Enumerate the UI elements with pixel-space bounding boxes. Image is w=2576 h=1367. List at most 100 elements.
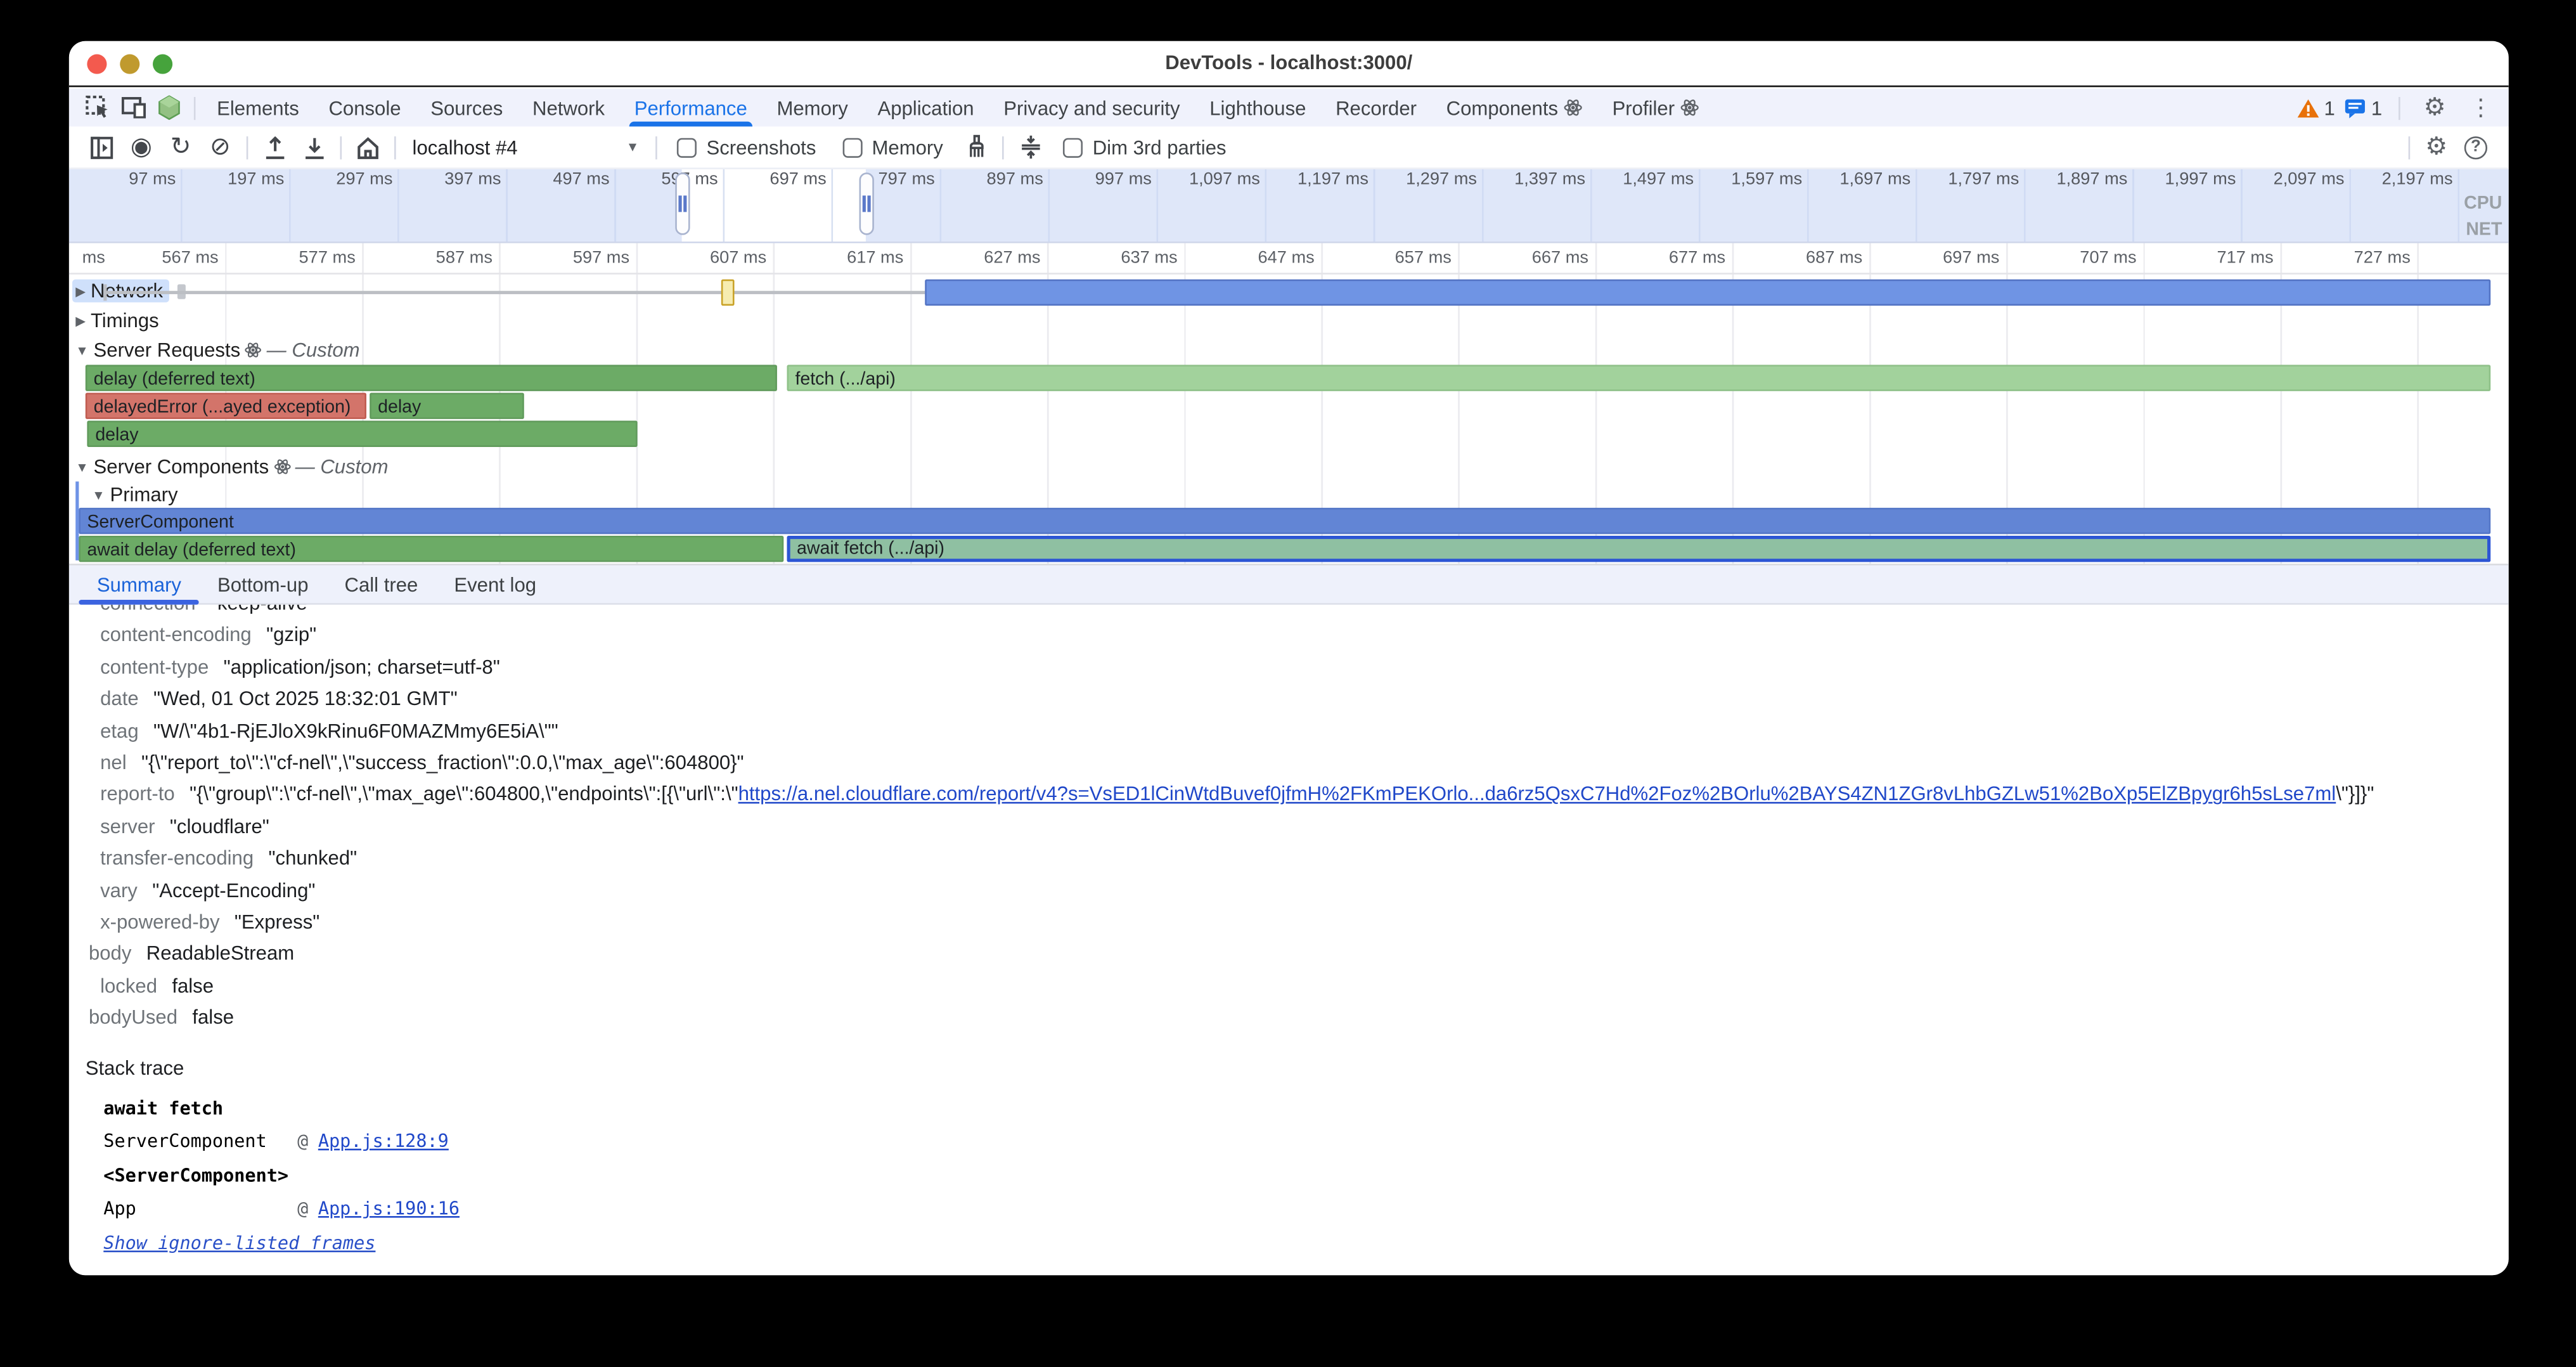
tab-privacy-and-security[interactable]: Privacy and security — [989, 89, 1195, 127]
collapse-arrow-icon: ▼ — [92, 487, 105, 502]
header-row-report-to: report-to"{\"group\":\"cf-nel\",\"max_ag… — [69, 780, 2509, 812]
tab-summary[interactable]: Summary — [79, 566, 199, 604]
tab-console[interactable]: Console — [314, 89, 416, 127]
tab-bottom-up[interactable]: Bottom-up — [200, 566, 327, 604]
header-row: date"Wed, 01 Oct 2025 18:32:01 GMT" — [69, 684, 2509, 716]
window-handle-left[interactable] — [675, 172, 690, 235]
show-ignore-listed-frames-link[interactable]: Show ignore-listed frames — [103, 1232, 375, 1254]
react-atom-icon — [1564, 99, 1583, 117]
minimap-time-label: 97 ms — [72, 169, 181, 191]
timeline-minimap[interactable]: 97 ms197 ms297 ms397 ms497 ms597 ms697 m… — [69, 169, 2509, 243]
window-handle-right[interactable] — [860, 172, 874, 235]
minimap-time-label: 1,797 ms — [1916, 169, 2024, 191]
track-server-requests-header[interactable]: ▼ Server Requests — Custom — [75, 339, 359, 361]
message-icon — [2345, 98, 2366, 117]
minimap-time-label: 1,097 ms — [1157, 169, 1265, 191]
tab-profiler[interactable]: Profiler — [1597, 89, 1714, 127]
stack-trace-title: Stack trace — [69, 1056, 2509, 1079]
settings-gear-icon[interactable]: ⚙ — [2417, 91, 2453, 124]
report-to-link[interactable]: https://a.nel.cloudflare.com/report/v4?s… — [738, 783, 2336, 806]
record-icon[interactable]: ◉ — [122, 129, 161, 165]
collapse-flame-icon[interactable] — [1010, 129, 1050, 165]
minimap-time-label: 1,697 ms — [1807, 169, 1916, 191]
event-bar-delay-short[interactable]: delay — [370, 392, 524, 418]
inspect-element-icon[interactable] — [79, 91, 115, 124]
header-row: nel"{\"report_to\":\"cf-nel\",\"success_… — [69, 748, 2509, 779]
home-icon[interactable] — [348, 129, 387, 165]
help-icon[interactable]: ? — [2456, 129, 2496, 165]
history-dropdown[interactable]: localhost #4 ▼ — [402, 136, 649, 159]
network-request-bar[interactable] — [925, 280, 2490, 306]
tab-sources[interactable]: Sources — [416, 89, 518, 127]
minimap-time-label: 497 ms — [506, 169, 614, 191]
react-atom-icon — [1681, 99, 1699, 117]
tab-call-tree[interactable]: Call tree — [326, 566, 436, 604]
save-profile-icon[interactable] — [294, 129, 333, 165]
event-bar-await-fetch-selected[interactable]: await fetch (.../api) — [787, 536, 2490, 562]
minimap-time-label: 1,997 ms — [2132, 169, 2241, 191]
warnings-indicator[interactable]: 1 — [2296, 91, 2334, 124]
issues-indicator[interactable]: 1 — [2345, 91, 2382, 124]
tab-network[interactable]: Network — [518, 89, 620, 127]
screenshots-checkbox[interactable]: Screenshots — [664, 136, 829, 159]
ruler-tick-label: 667 ms — [1458, 248, 1595, 268]
event-bar-server-component[interactable]: ServerComponent — [79, 508, 2490, 534]
track-primary-header[interactable]: ▼ Primary — [92, 483, 177, 506]
tab-elements[interactable]: Elements — [202, 89, 314, 127]
reload-and-record-icon[interactable]: ↻ — [161, 129, 200, 165]
ruler-tick-label: 617 ms — [773, 248, 910, 268]
minimap-time-label: 1,397 ms — [1482, 169, 1590, 191]
screen: DevTools - localhost:3000/ Elements Cons… — [0, 0, 2576, 1367]
react-atom-icon — [274, 458, 290, 475]
header-row: vary"Accept-Encoding" — [69, 876, 2509, 907]
ruler-tick-label: 607 ms — [636, 248, 773, 268]
track-timings-header[interactable]: ▶Timings — [75, 309, 158, 332]
tab-recorder[interactable]: Recorder — [1321, 89, 1432, 127]
tab-application[interactable]: Application — [863, 89, 989, 127]
header-row: bodyUsedfalse — [69, 1003, 2509, 1035]
track-server-components-header[interactable]: ▼ Server Components — Custom — [75, 455, 388, 478]
expand-arrow-icon: ▶ — [75, 283, 86, 298]
tab-event-log[interactable]: Event log — [436, 566, 555, 604]
ruler-tick-label: 677 ms — [1595, 248, 1732, 268]
minimap-time-label: 1,597 ms — [1699, 169, 1807, 191]
summary-pane: connection"keep-alive" content-encoding"… — [69, 605, 2509, 1275]
window-title: DevTools - localhost:3000/ — [69, 51, 2509, 74]
memory-checkbox[interactable]: Memory — [829, 136, 956, 159]
event-bar-fetch-api[interactable]: fetch (.../api) — [787, 365, 2490, 391]
dim-3rd-parties-checkbox[interactable]: Dim 3rd parties — [1050, 136, 1239, 159]
minimap-time-label: 697 ms — [723, 169, 831, 191]
minimap-time-label: 997 ms — [1048, 169, 1157, 191]
toggle-sidebar-icon[interactable] — [82, 129, 122, 165]
details-tabbar: Summary Bottom-up Call tree Event log — [69, 564, 2509, 605]
node-js-icon[interactable] — [151, 91, 187, 124]
source-location-link[interactable]: App.js:190:16 — [318, 1198, 460, 1220]
minimap-time-label: 597 ms — [614, 169, 723, 191]
ruler-tick-label: 637 ms — [1047, 248, 1184, 268]
clear-icon[interactable]: ⊘ — [200, 129, 240, 165]
event-bar-delay-long[interactable]: delay — [87, 421, 637, 447]
ruler-tick-label: 727 ms — [2280, 248, 2417, 268]
tab-lighthouse[interactable]: Lighthouse — [1195, 89, 1321, 127]
minimap-time-labels: 97 ms197 ms297 ms397 ms497 ms597 ms697 m… — [72, 169, 2457, 191]
collect-garbage-icon[interactable] — [956, 129, 996, 165]
minimap-time-label: 1,897 ms — [2024, 169, 2132, 191]
tab-components[interactable]: Components — [1431, 89, 1597, 127]
flame-chart[interactable]: ms 567 ms577 ms587 ms597 ms607 ms617 ms6… — [69, 243, 2509, 564]
customize-devtools-icon[interactable]: ⋮ — [2463, 94, 2499, 122]
load-profile-icon[interactable] — [255, 129, 294, 165]
source-location-link[interactable]: App.js:128:9 — [318, 1131, 449, 1153]
tab-memory[interactable]: Memory — [762, 89, 863, 127]
network-event-small[interactable] — [721, 280, 735, 306]
flame-ruler: ms 567 ms577 ms587 ms597 ms607 ms617 ms6… — [69, 243, 2509, 275]
ruler-tick-label: 577 ms — [225, 248, 362, 268]
event-bar-delayed-error[interactable]: delayedError (...ayed exception) — [86, 392, 366, 418]
response-body-list: server"cloudflare" transfer-encoding"chu… — [69, 812, 2509, 1035]
event-bar-await-delay[interactable]: await delay (deferred text) — [79, 536, 783, 562]
device-toolbar-icon[interactable] — [115, 91, 151, 124]
tab-performance[interactable]: Performance — [619, 89, 762, 127]
event-bar-delay-deferred[interactable]: delay (deferred text) — [86, 365, 777, 391]
react-atom-icon — [245, 342, 262, 358]
minimap-time-label: 1,497 ms — [1590, 169, 1699, 191]
panel-settings-gear-icon[interactable]: ⚙ — [2417, 129, 2456, 165]
